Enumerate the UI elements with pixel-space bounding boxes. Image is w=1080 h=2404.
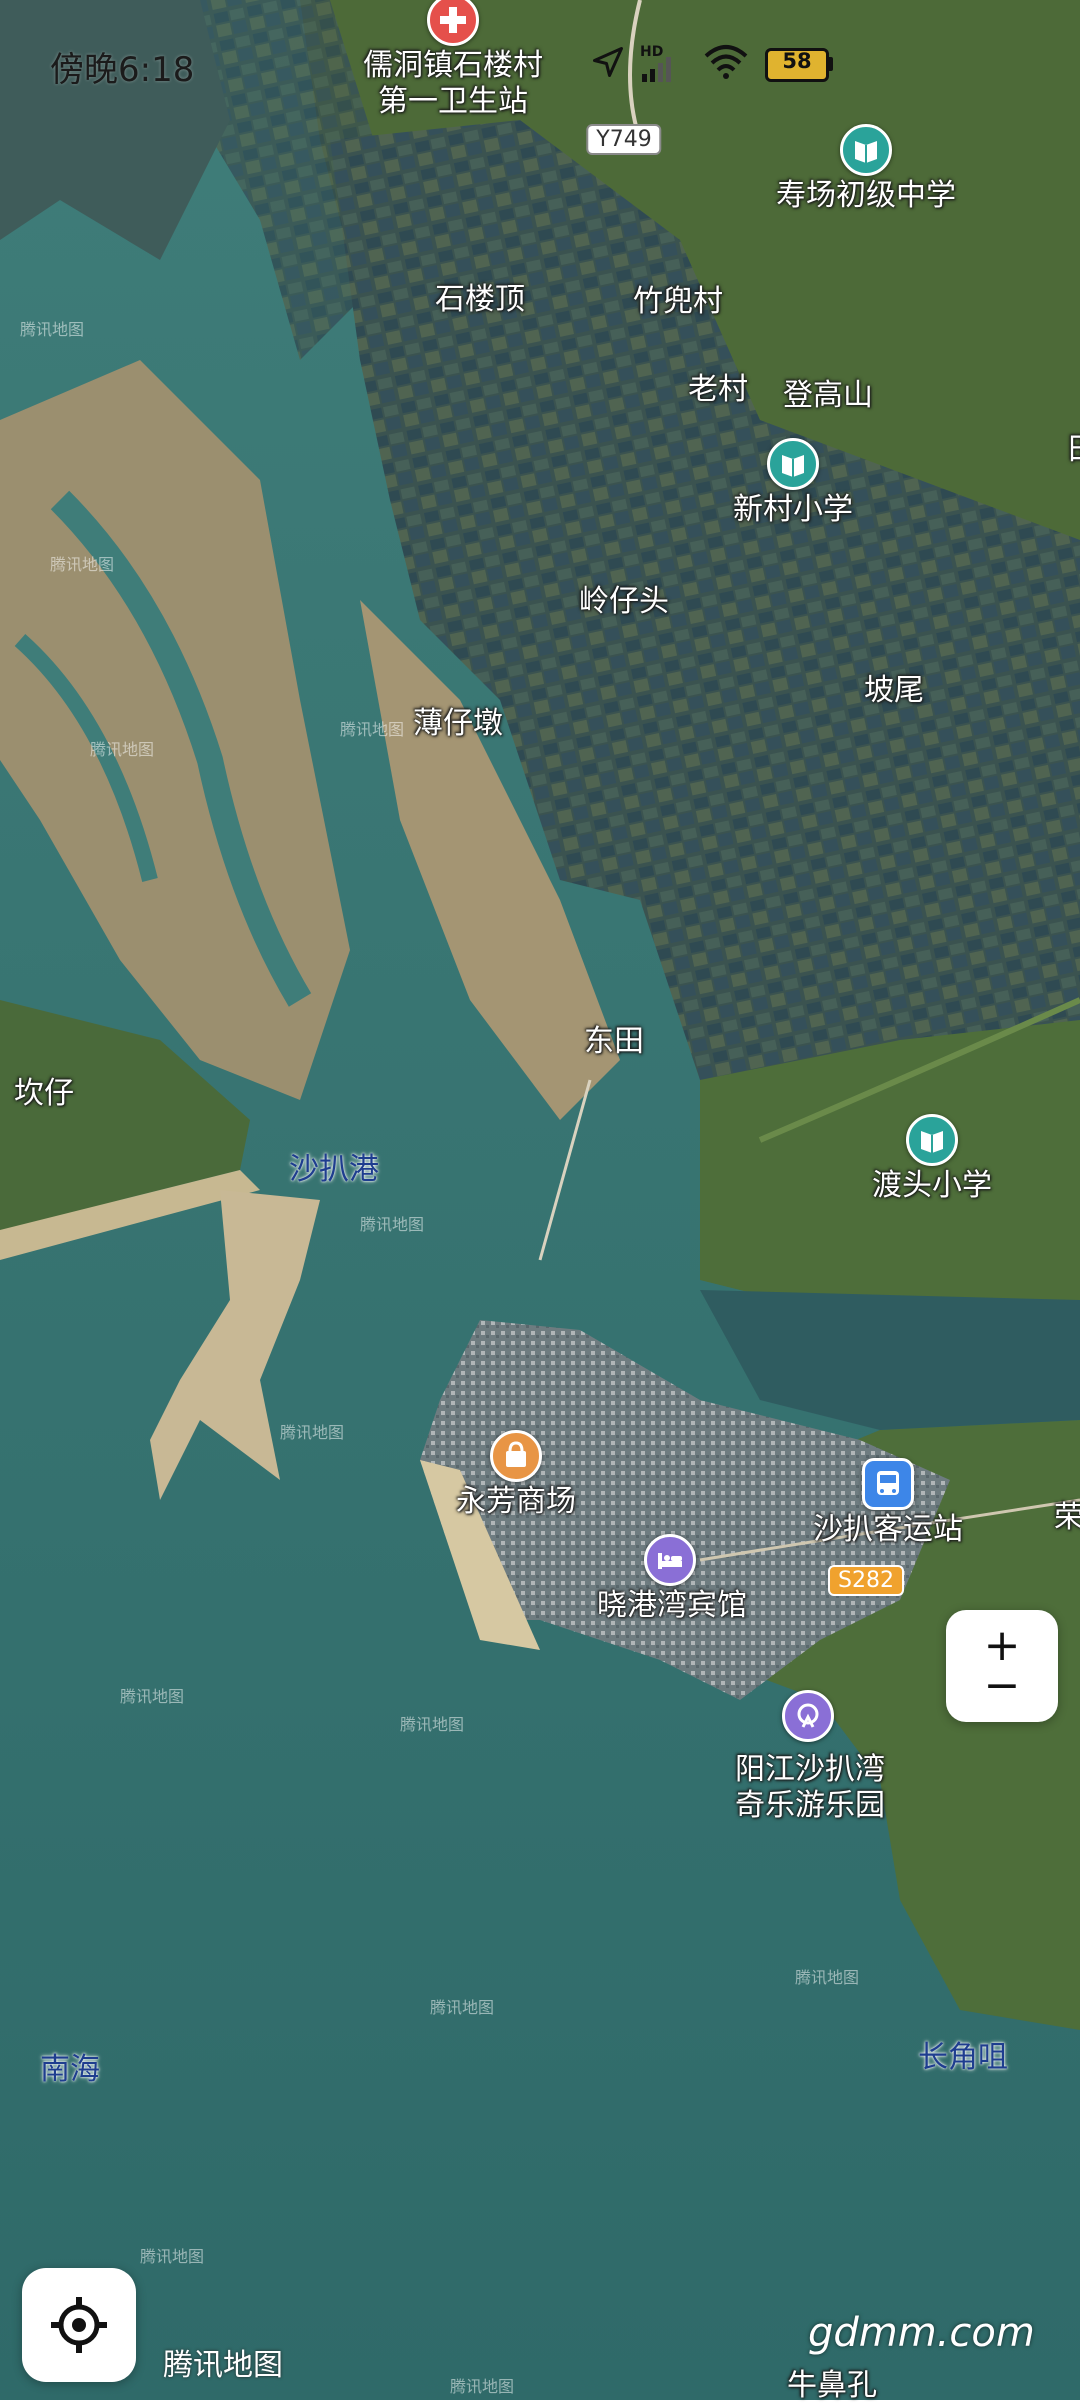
hotel-poi-icon[interactable] [644, 1534, 696, 1586]
map-watermark-tile: 腾讯地图 [120, 1687, 184, 1706]
label-dongtian[interactable]: 东田 [584, 1024, 644, 1060]
label-shouchang-school[interactable]: 寿场初级中学 [776, 178, 956, 214]
crosshair-icon [51, 2297, 107, 2353]
label-dutou-school[interactable]: 渡头小学 [872, 1168, 992, 1204]
map-watermark-tile: 腾讯地图 [140, 2247, 204, 2266]
label-shiloud[interactable]: 石楼顶 [435, 282, 525, 318]
label-yongfang-mall[interactable]: 永芳商场 [456, 1484, 576, 1520]
label-powei[interactable]: 坡尾 [864, 673, 924, 709]
map-watermark-tile: 腾讯地图 [340, 720, 404, 739]
label-changjiaoju[interactable]: 长角咀 [918, 2040, 1008, 2076]
bus-station-poi-icon[interactable] [862, 1458, 914, 1510]
label-edge-rong[interactable]: 荣 [1054, 1500, 1080, 1536]
map-watermark-tile: 腾讯地图 [280, 1423, 344, 1442]
school-poi-icon[interactable] [840, 124, 892, 176]
map-watermark-tile: 腾讯地图 [50, 555, 114, 574]
label-bozaidun[interactable]: 薄仔墩 [413, 706, 503, 742]
label-niubikong[interactable]: 牛鼻孔 [787, 2368, 877, 2404]
zoom-out-icon[interactable]: − [946, 1664, 1058, 1708]
road-shield-s282[interactable]: S282 [828, 1565, 904, 1596]
map-watermark-tile: 腾讯地图 [90, 740, 154, 759]
label-nanhai[interactable]: 南海 [40, 2052, 100, 2088]
label-denggaoshan[interactable]: 登高山 [783, 378, 873, 414]
label-shabagang[interactable]: 沙扒港 [289, 1152, 379, 1188]
label-shaba-station[interactable]: 沙扒客运站 [813, 1512, 963, 1548]
label-amusement-park[interactable]: 阳江沙扒湾 奇乐游乐园 [735, 1752, 885, 1824]
label-clinic[interactable]: 儒洞镇石楼村 第一卫生站 [363, 48, 543, 120]
map-watermark-tile: 腾讯地图 [360, 1215, 424, 1234]
school-poi-icon[interactable] [767, 438, 819, 490]
map-watermark-tile: 腾讯地图 [430, 1998, 494, 2017]
label-laocun[interactable]: 老村 [688, 372, 748, 408]
map-watermark-tile: 腾讯地图 [400, 1715, 464, 1734]
zoom-button[interactable]: + − [946, 1610, 1058, 1722]
map-watermark-tile: 腾讯地图 [20, 320, 84, 339]
label-zhudou[interactable]: 竹兜村 [633, 284, 723, 320]
amusement-park-poi-icon[interactable] [782, 1690, 834, 1742]
map-watermark-tile: 腾讯地图 [795, 1968, 859, 1987]
hospital-poi-icon[interactable] [427, 0, 479, 46]
label-edge-top[interactable]: 田 [1068, 432, 1080, 468]
label-kanzai[interactable]: 坎仔 [14, 1076, 74, 1112]
map-watermark-tile: 腾讯地图 [450, 2377, 514, 2396]
label-xiaogang-hotel[interactable]: 晓港湾宾馆 [597, 1588, 747, 1624]
tencent-map-logo: 腾讯地图 [163, 2348, 283, 2383]
locate-me-button[interactable] [22, 2268, 136, 2382]
site-watermark: gdmm.com [808, 2310, 1035, 2356]
school-poi-icon[interactable] [906, 1114, 958, 1166]
road-shield-y749[interactable]: Y749 [586, 124, 662, 155]
label-xincun-school[interactable]: 新村小学 [733, 492, 853, 528]
shopping-poi-icon[interactable] [490, 1430, 542, 1482]
label-lingzaitou[interactable]: 岭仔头 [579, 584, 669, 620]
